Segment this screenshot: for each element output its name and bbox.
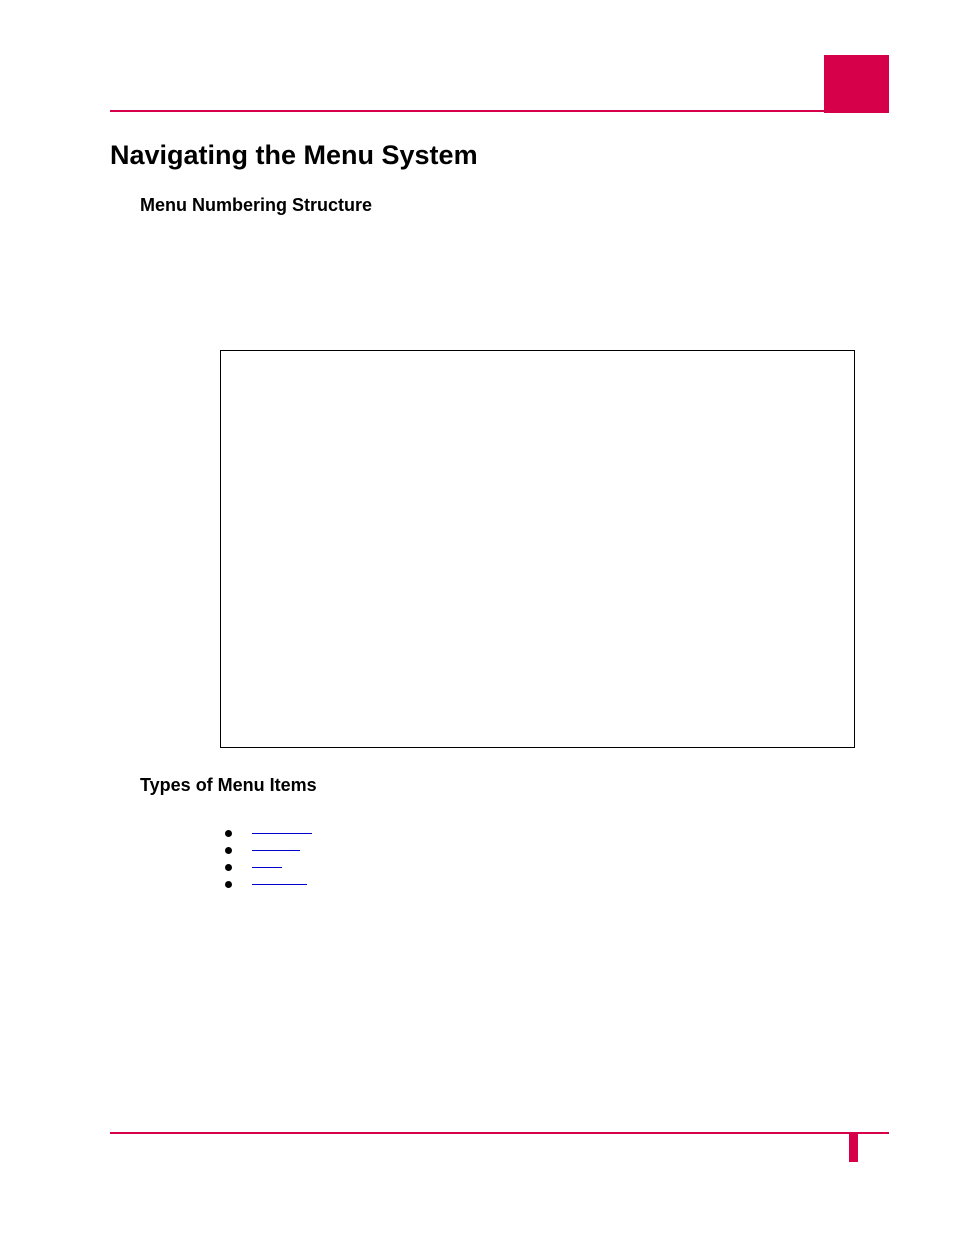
list-item bbox=[225, 830, 312, 837]
list-item bbox=[225, 881, 312, 888]
section-heading-types: Types of Menu Items bbox=[140, 775, 317, 796]
header-accent-block bbox=[824, 55, 889, 113]
page-title: Navigating the Menu System bbox=[110, 140, 478, 171]
diagram-placeholder bbox=[220, 350, 855, 748]
header-rule bbox=[110, 110, 889, 112]
section-heading-numbering: Menu Numbering Structure bbox=[140, 195, 372, 216]
link-placeholder[interactable] bbox=[252, 833, 312, 834]
footer-accent-block bbox=[849, 1132, 858, 1162]
list-item bbox=[225, 864, 312, 871]
bullet-icon bbox=[225, 864, 232, 871]
bullet-icon bbox=[225, 847, 232, 854]
list-item bbox=[225, 847, 312, 854]
link-placeholder[interactable] bbox=[252, 850, 300, 851]
link-placeholder[interactable] bbox=[252, 867, 282, 868]
bullet-icon bbox=[225, 881, 232, 888]
link-placeholder[interactable] bbox=[252, 884, 307, 885]
link-list bbox=[225, 830, 312, 898]
bullet-icon bbox=[225, 830, 232, 837]
footer-rule bbox=[110, 1132, 889, 1134]
